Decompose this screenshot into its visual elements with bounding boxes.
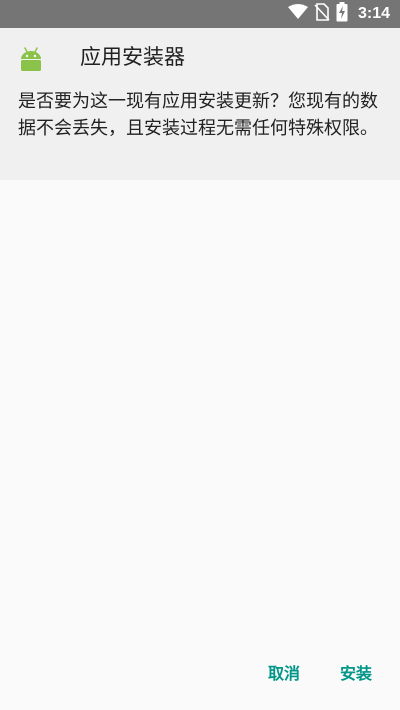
status-icons: 3:14 xyxy=(287,0,390,28)
battery-charging-icon xyxy=(336,2,348,26)
install-button[interactable]: 安装 xyxy=(340,660,372,688)
no-sim-icon xyxy=(314,3,330,25)
android-icon xyxy=(18,46,44,72)
dialog-header: 应用安装器 是否要为这一现有应用安装更新？您现有的数据不会丢失，且安装过程无需任… xyxy=(0,28,400,180)
dialog-body xyxy=(0,180,400,710)
dialog-title: 应用安装器 xyxy=(80,45,185,69)
dialog-message: 是否要为这一现有应用安装更新？您现有的数据不会丢失，且安装过程无需任何特殊权限。 xyxy=(18,91,378,139)
status-time: 3:14 xyxy=(357,5,390,22)
wifi-icon xyxy=(287,4,308,24)
cancel-button[interactable]: 取消 xyxy=(268,660,300,688)
status-bar: 3:14 xyxy=(0,0,400,28)
